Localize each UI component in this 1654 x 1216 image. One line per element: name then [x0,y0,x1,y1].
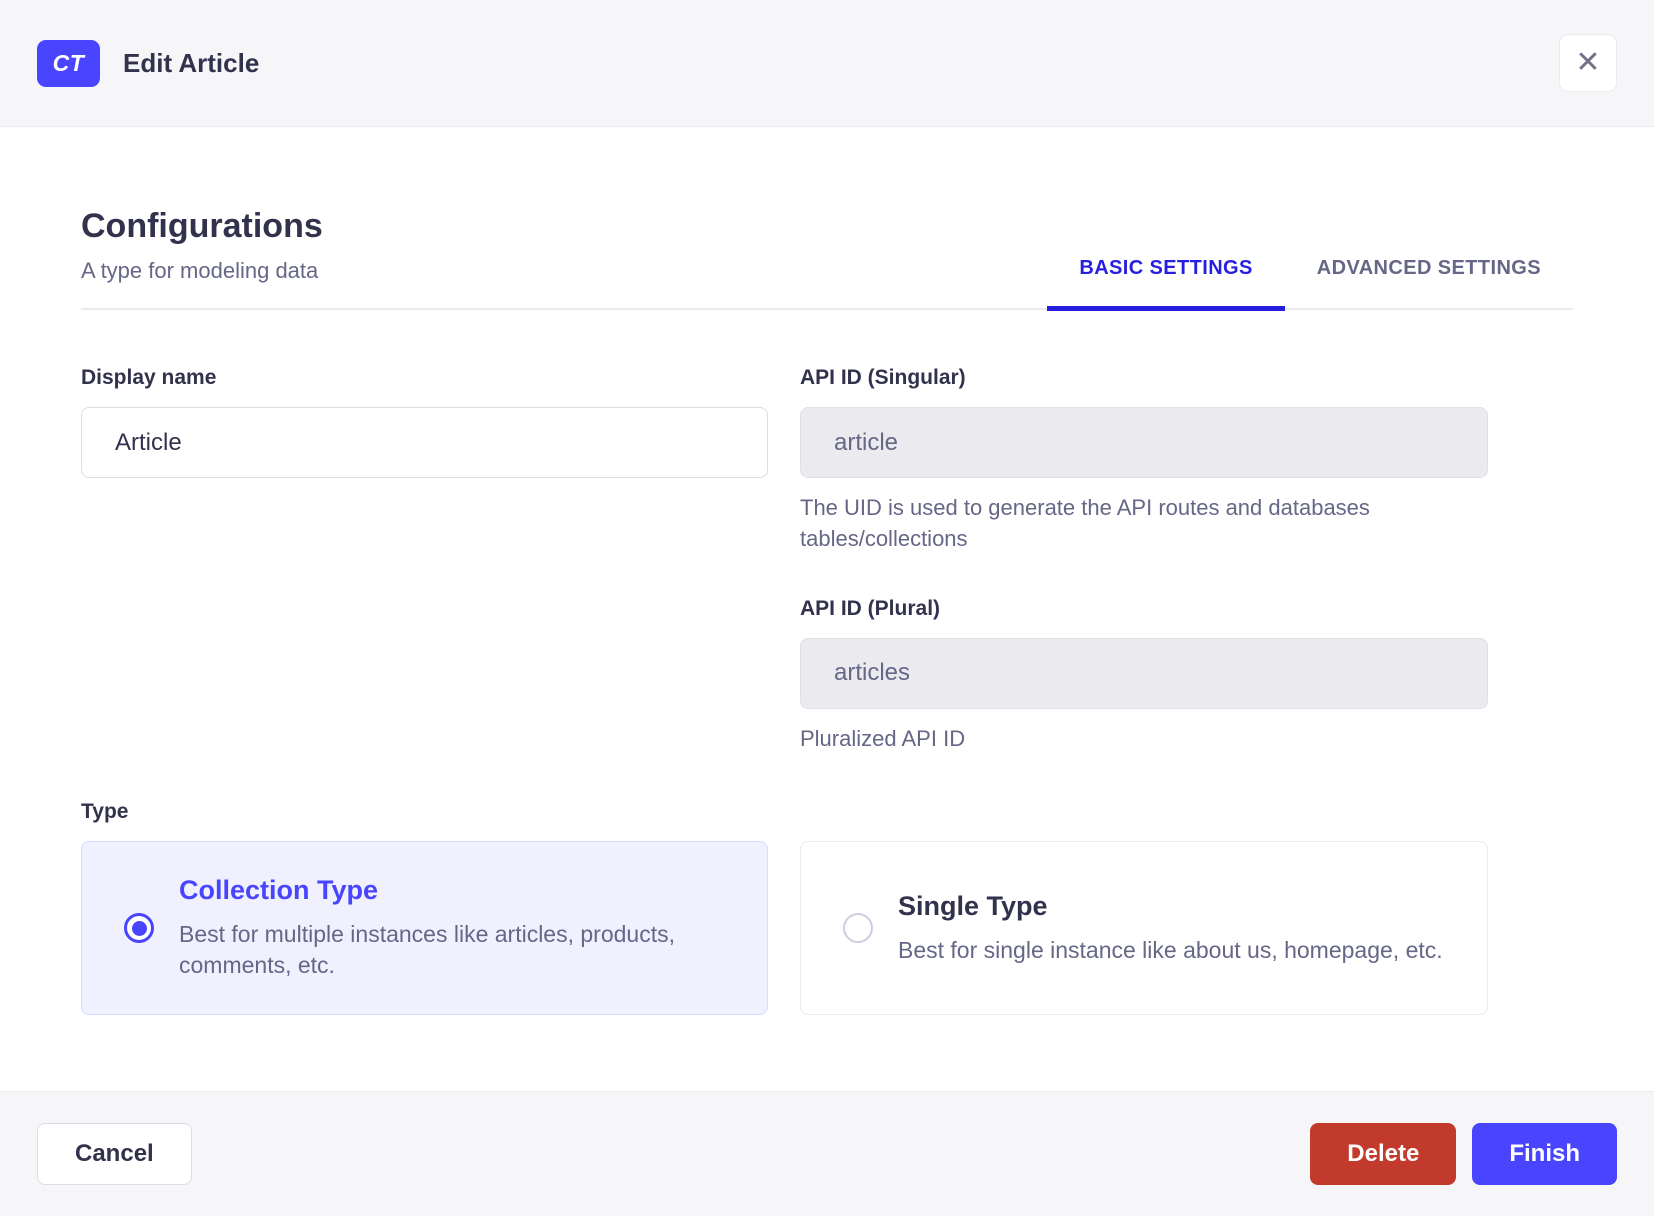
api-id-singular-field-block: API ID (Singular) The UID is used to gen… [800,366,1488,555]
modal-title: Edit Article [123,47,260,78]
type-option-description: Best for multiple instances like article… [179,920,675,979]
finish-button[interactable]: Finish [1472,1123,1617,1185]
api-id-plural-field-block: API ID (Plural) Pluralized API ID [800,597,1488,755]
display-name-label: Display name [81,366,217,389]
api-id-column: API ID (Singular) The UID is used to gen… [800,366,1488,754]
section-titles: Configurations A type for modeling data [81,207,323,308]
page-subtitle: A type for modeling data [81,258,319,283]
page-title: Configurations [81,207,323,245]
tab-advanced-settings[interactable]: ADVANCED SETTINGS [1285,257,1573,308]
display-name-field-block: Display name [81,366,768,754]
api-id-singular-input [800,407,1488,478]
modal-footer: Cancel Delete Finish [0,1091,1654,1216]
radio-checked-icon[interactable] [124,913,154,944]
type-section: Type Collection Type Best for multiple i… [81,800,1573,1016]
close-button[interactable]: ✕ [1559,34,1617,92]
api-id-singular-hint: The UID is used to generate the API rout… [800,495,1370,551]
radio-unchecked-icon[interactable] [843,913,873,944]
api-id-plural-input [800,637,1488,709]
modal-body: Configurations A type for modeling data … [0,127,1654,1091]
api-id-singular-label: API ID (Singular) [800,366,966,389]
edit-article-modal: CT Edit Article ✕ Configurations A type … [0,0,1654,1216]
modal-header: CT Edit Article ✕ [0,0,1654,127]
content-type-badge-icon: CT [37,39,100,87]
type-option-text: Collection Type Best for multiple instan… [179,875,725,982]
settings-tabs: BASIC SETTINGS ADVANCED SETTINGS [1047,257,1573,311]
close-icon: ✕ [1575,46,1601,79]
display-name-input[interactable] [81,407,768,478]
api-id-plural-label: API ID (Plural) [800,596,941,620]
type-option-single-type[interactable]: Single Type Best for single instance lik… [800,841,1488,1016]
type-options: Collection Type Best for multiple instan… [81,841,1573,1016]
tab-basic-settings[interactable]: BASIC SETTINGS [1047,257,1286,311]
type-option-description: Best for single instance like about us, … [898,936,1443,963]
type-option-title: Single Type [898,890,1048,921]
cancel-button[interactable]: Cancel [37,1123,192,1185]
section-header: Configurations A type for modeling data … [81,207,1573,311]
api-id-plural-hint: Pluralized API ID [800,725,966,751]
type-option-title: Collection Type [179,874,379,905]
type-option-collection-type[interactable]: Collection Type Best for multiple instan… [81,841,768,1016]
type-label: Type [81,800,129,824]
type-option-text: Single Type Best for single instance lik… [898,891,1443,967]
delete-button[interactable]: Delete [1310,1123,1457,1185]
configuration-form: Display name API ID (Singular) The UID i… [81,366,1573,754]
